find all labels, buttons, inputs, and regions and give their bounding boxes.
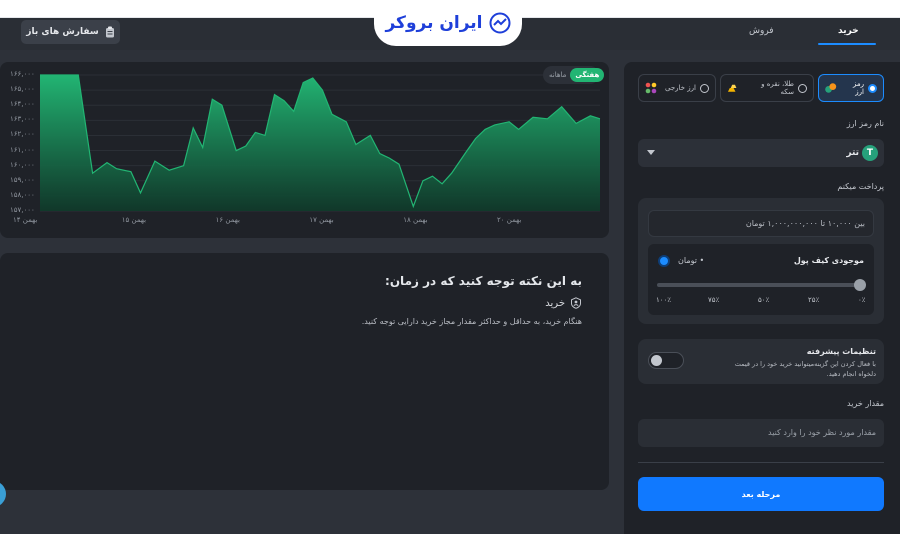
asset-tab-crypto[interactable]: رمز ارز <box>818 74 884 102</box>
brand-logo[interactable]: ایران بروکر <box>374 0 522 46</box>
active-tab-indicator <box>818 43 876 45</box>
asset-type-tabs: ارز خارجی طلا، نقره و سکه رمز ارز <box>638 74 884 104</box>
chevron-down-icon <box>647 150 655 155</box>
percent-slider-handle[interactable] <box>854 279 866 291</box>
foreign-currency-icon <box>645 82 657 94</box>
asset-label-foreign-currency: ارز خارجی <box>665 84 696 92</box>
amount-label: مقدار خرید <box>847 399 884 408</box>
note-panel <box>0 253 609 490</box>
chart-period-toggle[interactable]: ماهانه هفتگی <box>543 66 605 84</box>
next-step-button[interactable]: مرحله بعد <box>638 477 884 511</box>
y-tick-label: ۱۵۷,۰۰۰ <box>10 206 35 214</box>
asset-tab-foreign-currency[interactable]: ارز خارجی <box>638 74 716 102</box>
x-tick-label: ۱۸ بهمن <box>403 216 428 224</box>
y-tick-label: ۱۶۱,۰۰۰ <box>10 145 35 154</box>
y-tick-label: ۱۶۶,۰۰۰ <box>10 70 35 78</box>
y-tick-label: ۱۶۳,۰۰۰ <box>10 115 35 124</box>
wallet-balance-unit: • تومان <box>678 256 705 265</box>
asset-tab-gold[interactable]: طلا، نقره و سکه <box>720 74 814 102</box>
pay-label: پرداخت میکنم <box>837 182 884 191</box>
radio-foreign-currency[interactable] <box>699 83 709 93</box>
pay-amount-input[interactable]: بین ۱۰,۰۰۰ تا ۱,۰۰۰,۰۰۰,۰۰۰ تومان <box>648 210 874 237</box>
open-orders-label: سفارش های باز <box>26 27 99 37</box>
note-item-title: خرید <box>545 297 565 309</box>
divider <box>638 462 884 463</box>
slider-tick-0[interactable]: ۰٪ <box>858 296 866 304</box>
toggle-knob <box>651 355 662 366</box>
x-tick-label: ۲۰ بهمن <box>497 216 522 224</box>
gold-bars-icon <box>727 84 737 92</box>
price-chart-panel <box>0 62 609 238</box>
wallet-balance-label: موجودی کیف پول <box>793 256 864 265</box>
toggle-weekly[interactable]: هفتگی <box>570 68 605 82</box>
percent-slider-track[interactable] <box>657 283 862 287</box>
tab-sell[interactable]: فروش <box>749 26 774 36</box>
y-tick-label: ۱۶۰,۰۰۰ <box>10 160 35 169</box>
advanced-settings-toggle[interactable] <box>648 352 684 369</box>
y-tick-label: ۱۶۲,۰۰۰ <box>10 130 35 139</box>
y-tick-label: ۱۶۵,۰۰۰ <box>10 85 35 94</box>
brand-name: ایران بروکر <box>385 13 483 33</box>
price-area-chart <box>40 74 601 212</box>
toggle-monthly[interactable]: ماهانه <box>545 71 570 79</box>
asset-label-gold: طلا، نقره و سکه <box>761 80 794 96</box>
advanced-settings-description: با فعال کردن این گزینه‌میتوانید خرید خود… <box>734 360 876 378</box>
y-tick-label: ۱۵۹,۰۰۰ <box>10 175 35 184</box>
currency-select-value: تتر <box>846 148 859 158</box>
note-title: به این نکته توجه کنید که در زمان: <box>385 274 582 288</box>
radio-gold[interactable] <box>798 83 807 93</box>
clipboard-icon <box>105 26 114 38</box>
slider-tick-100[interactable]: ۱۰۰٪ <box>656 296 671 304</box>
wallet-use-radio[interactable] <box>658 255 670 267</box>
price-area-series <box>40 75 600 211</box>
slider-tick-50[interactable]: ۵۰٪ <box>758 296 769 304</box>
x-tick-label: ۱۶ بهمن <box>215 216 240 224</box>
crypto-coins-icon <box>825 83 837 93</box>
tether-icon: T <box>862 145 878 161</box>
x-tick-label: ۱۵ بهمن <box>121 216 147 224</box>
note-item-text: هنگام خرید، به حداقل و حداکثر مقدار مجاز… <box>361 317 582 326</box>
open-orders-button[interactable]: سفارش های باز <box>21 20 120 44</box>
amount-input[interactable]: مقدار مورد نظر خود را وارد کنید <box>638 419 884 447</box>
wallet-balance-box <box>648 244 874 315</box>
asset-label-crypto: رمز ارز <box>853 80 864 96</box>
brand-chart-icon <box>489 12 511 34</box>
buy-shield-icon <box>571 297 581 309</box>
y-tick-label: ۱۶۴,۰۰۰ <box>10 100 35 109</box>
x-tick-label: ۱۴ بهمن <box>13 216 38 224</box>
currency-name-label: نام رمز ارز <box>846 119 884 128</box>
x-tick-label: ۱۷ بهمن <box>309 216 334 224</box>
radio-crypto[interactable] <box>868 83 877 93</box>
y-tick-label: ۱۵۸,۰۰۰ <box>10 190 35 199</box>
note-item-buy: خرید <box>545 297 582 309</box>
currency-select[interactable]: تتر T <box>638 139 884 167</box>
slider-tick-75[interactable]: ۷۵٪ <box>708 296 719 304</box>
advanced-settings-title: تنظیمات پیشرفته <box>806 347 876 356</box>
tab-buy[interactable]: خرید <box>838 26 859 36</box>
slider-tick-25[interactable]: ۲۵٪ <box>808 296 819 304</box>
